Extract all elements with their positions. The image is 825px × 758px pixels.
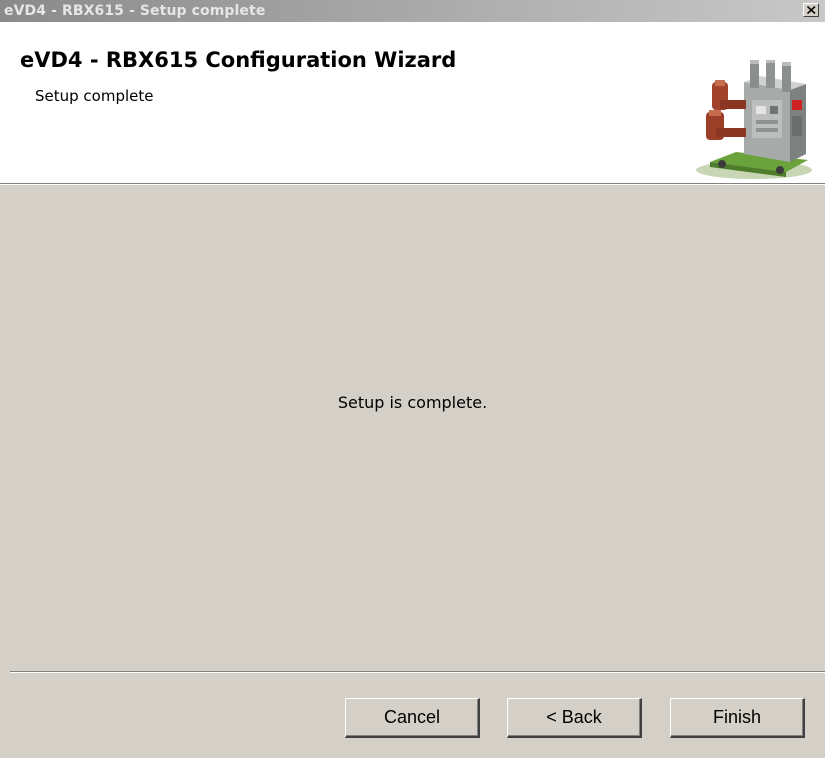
window-title: eVD4 - RBX615 - Setup complete — [4, 3, 266, 19]
wizard-title: eVD4 - RBX615 Configuration Wizard — [20, 48, 457, 72]
header-divider-highlight — [0, 184, 825, 185]
cancel-button[interactable]: Cancel — [345, 698, 480, 738]
circuit-breaker-device-icon — [696, 60, 812, 179]
wizard-step-subtitle: Setup complete — [35, 87, 154, 105]
title-bar[interactable]: eVD4 - RBX615 - Setup complete — [0, 0, 825, 22]
wizard-header: eVD4 - RBX615 Configuration Wizard Setup… — [0, 22, 825, 183]
setup-complete-message: Setup is complete. — [337, 393, 488, 412]
close-x-icon — [807, 6, 816, 14]
finish-button[interactable]: Finish — [670, 698, 805, 738]
close-button[interactable] — [803, 3, 819, 17]
back-button[interactable]: < Back — [507, 698, 642, 738]
wizard-window: eVD4 - RBX615 - Setup complete eVD4 - RB… — [0, 0, 825, 758]
footer-divider-highlight — [10, 672, 825, 673]
